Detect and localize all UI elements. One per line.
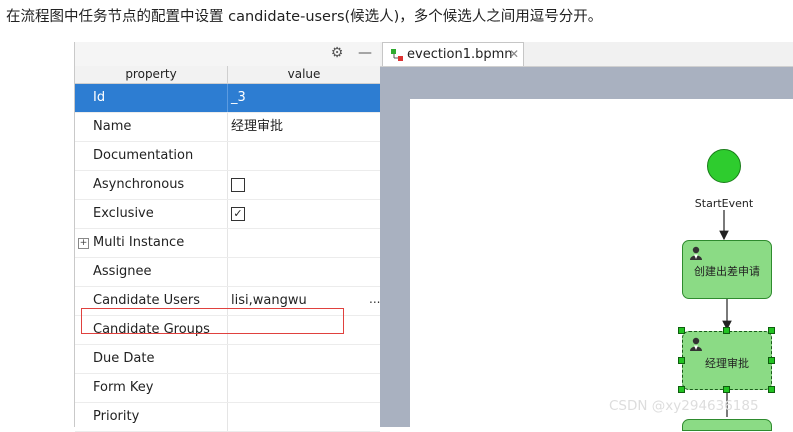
start-event-node[interactable] xyxy=(707,149,741,183)
column-divider xyxy=(227,345,228,373)
tab-evection1-bpmn[interactable]: evection1.bpmn ✕ xyxy=(382,42,524,66)
task-next[interactable] xyxy=(682,419,772,431)
user-icon xyxy=(690,246,702,260)
gear-icon[interactable]: ⚙ xyxy=(328,44,346,62)
task-label: 创建出差申请 xyxy=(694,265,760,278)
asynchronous-checkbox[interactable] xyxy=(231,178,245,192)
property-row-due-date[interactable]: Due Date xyxy=(75,345,380,374)
caption-text: 在流程图中任务节点的配置中设置 candidate-users(候选人)，多个候… xyxy=(6,9,603,25)
resize-handle[interactable] xyxy=(723,386,730,393)
task-manager-approval[interactable]: 经理审批 xyxy=(682,331,772,390)
diagram-canvas-area: StartEvent 创建出差申请 经理审批 xyxy=(380,67,793,431)
column-divider xyxy=(227,84,228,112)
candidate-users-highlight-box xyxy=(81,308,344,334)
property-name: Exclusive xyxy=(93,206,154,221)
bpmn-file-icon xyxy=(391,49,403,61)
property-value-field[interactable]: 经理审批 xyxy=(231,113,283,141)
property-name: Assignee xyxy=(93,264,152,279)
column-divider xyxy=(227,171,228,199)
resize-handle[interactable] xyxy=(768,357,775,364)
property-name: Asynchronous xyxy=(93,177,185,192)
start-event-label: StartEvent xyxy=(694,197,754,210)
properties-panel: ⚙ — property value Id _3 Name 经理审批 Docum… xyxy=(74,42,381,432)
property-row-multi-instance[interactable]: + Multi Instance xyxy=(75,229,380,258)
column-divider xyxy=(227,113,228,141)
column-divider xyxy=(227,200,228,228)
resize-handle[interactable] xyxy=(678,327,685,334)
task-create-request[interactable]: 创建出差申请 xyxy=(682,240,772,299)
resize-handle[interactable] xyxy=(768,327,775,334)
exclusive-checkbox[interactable]: ✓ xyxy=(231,207,245,221)
resize-handle[interactable] xyxy=(768,386,775,393)
resize-handle[interactable] xyxy=(678,386,685,393)
property-row-asynchronous[interactable]: Asynchronous xyxy=(75,171,380,200)
property-name: Form Key xyxy=(93,380,154,395)
watermark-text: CSDN @xy294636185 xyxy=(609,398,759,414)
close-icon[interactable]: ✕ xyxy=(509,43,519,67)
editor-tab-bar: evection1.bpmn ✕ xyxy=(380,42,793,67)
property-row-assignee[interactable]: Assignee xyxy=(75,258,380,287)
column-divider xyxy=(227,374,228,402)
property-row-documentation[interactable]: Documentation xyxy=(75,142,380,171)
property-name: Name xyxy=(93,119,132,134)
property-row-id[interactable]: Id _3 xyxy=(75,84,380,113)
ellipsis-button[interactable]: ... xyxy=(369,287,380,315)
property-row-exclusive[interactable]: Exclusive ✓ xyxy=(75,200,380,229)
properties-toolbar: ⚙ — xyxy=(75,42,380,66)
expand-icon[interactable]: + xyxy=(78,238,89,249)
column-divider xyxy=(227,258,228,286)
column-header-value[interactable]: value xyxy=(228,66,380,84)
left-gutter xyxy=(0,40,74,427)
property-value-field[interactable]: _3 xyxy=(231,84,246,112)
user-icon xyxy=(690,337,702,351)
property-row-form-key[interactable]: Form Key xyxy=(75,374,380,403)
tab-label: evection1.bpmn xyxy=(407,47,513,62)
resize-handle[interactable] xyxy=(723,327,730,334)
column-divider xyxy=(227,142,228,170)
property-name: Due Date xyxy=(93,351,155,366)
property-row-name[interactable]: Name 经理审批 xyxy=(75,113,380,142)
property-row-priority[interactable]: Priority xyxy=(75,403,380,432)
property-name: Documentation xyxy=(93,148,194,163)
column-header-property[interactable]: property xyxy=(75,66,228,84)
diagram-canvas[interactable]: StartEvent 创建出差申请 经理审批 xyxy=(410,99,793,431)
resize-handle[interactable] xyxy=(678,357,685,364)
column-divider xyxy=(227,229,228,257)
property-name: Multi Instance xyxy=(93,235,185,250)
task-label: 经理审批 xyxy=(705,357,749,370)
minimize-icon[interactable]: — xyxy=(356,44,374,62)
property-name: Id xyxy=(93,90,106,105)
